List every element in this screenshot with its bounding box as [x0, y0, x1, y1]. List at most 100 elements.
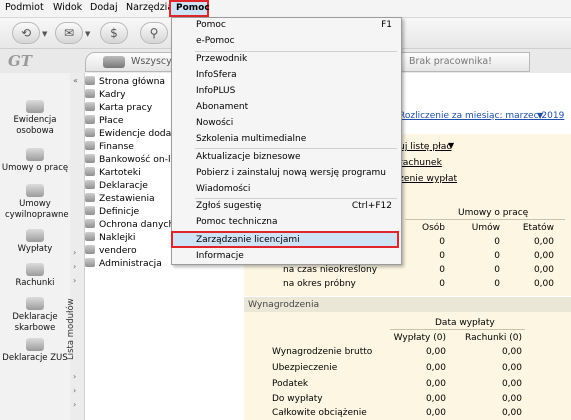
workers-tab[interactable]: Wszyscy	[85, 52, 177, 72]
table-cell: 0,00	[425, 408, 446, 418]
lb-deklaracje-skarbowe[interactable]: Deklaracje skarbowe	[0, 297, 70, 334]
module-item[interactable]: Ewidencje dodatkowe	[85, 128, 173, 141]
col-wyplaty: Wypłaty (0)	[393, 333, 446, 343]
module-item[interactable]: Płace	[85, 115, 124, 128]
chevron-down-icon[interactable]: ▼	[448, 141, 454, 150]
people-icon	[85, 89, 95, 98]
module-item[interactable]: vendero	[85, 245, 137, 258]
module-item[interactable]: Zestawienia	[85, 193, 155, 206]
module-label: Definicje	[99, 206, 140, 217]
row-label: na czas nieokreślony	[283, 265, 378, 275]
module-label: Administracja	[99, 258, 162, 269]
menu-item-pobierz[interactable]: Pobierz i zainstaluj nową wersję program…	[196, 168, 386, 178]
link-wyplaty[interactable]: zenie wypłat	[399, 173, 457, 184]
menu-item-aktualizacje[interactable]: Aktualizacje biznesowe	[196, 152, 300, 162]
link-rachunek[interactable]: rachunek	[399, 157, 442, 168]
menu-item-zarzadzanie-licencjami[interactable]: Zarządzanie licencjami	[196, 235, 300, 245]
table-cell: 0,00	[533, 265, 554, 275]
module-item[interactable]: Definicje	[85, 206, 139, 219]
chevron-right-icon[interactable]: ›	[73, 372, 76, 381]
chevron-down-icon[interactable]: ▼	[537, 111, 543, 120]
lb-label: Deklaracje ZUS	[2, 353, 68, 363]
table-cell: 0	[494, 237, 500, 247]
link-lista-plac[interactable]: uj listę płac	[399, 141, 452, 152]
chevron-down-icon[interactable]: ▼	[85, 30, 90, 38]
menu-item-e-pomoc[interactable]: e-Pomoc	[196, 36, 235, 46]
menu-item-abonament[interactable]: Abonament	[196, 102, 248, 112]
person-file-icon	[26, 100, 44, 113]
lb-label: Wypłaty	[17, 244, 53, 254]
table-cell: 0,00	[533, 279, 554, 289]
money-icon[interactable]: $	[100, 22, 128, 44]
home-icon	[85, 76, 95, 85]
vendero-icon	[85, 245, 95, 254]
lb-umowy-cywilnoprawne[interactable]: Umowy cywilnoprawne	[0, 184, 70, 221]
col-rachunki: Rachunki (0)	[465, 333, 522, 343]
lb-wyplaty[interactable]: Wypłaty	[0, 229, 70, 255]
admin-icon	[85, 258, 95, 267]
col-osob: Osób	[422, 223, 445, 233]
module-item[interactable]: Naklejki	[85, 232, 135, 245]
chevron-left-icon[interactable]: «	[73, 76, 78, 85]
menu-bar: Podmiot Widok Dodaj Narzędzia Pomoc	[0, 0, 571, 18]
menu-podmiot[interactable]: Podmiot	[5, 2, 44, 13]
chevron-down-icon[interactable]: ▼	[42, 30, 47, 38]
contract-icon	[26, 148, 44, 161]
row-label: Podatek	[272, 379, 309, 389]
row-label: Do wypłaty	[272, 394, 323, 404]
menu-item-infosfera[interactable]: InfoSfera	[196, 70, 237, 80]
menu-dodaj[interactable]: Dodaj	[90, 2, 118, 13]
employee-selector[interactable]: Brak pracownika!	[400, 52, 530, 72]
menu-item-pomoc-techniczna[interactable]: Pomoc techniczna	[196, 217, 278, 227]
module-list-toggle[interactable]	[70, 73, 85, 420]
module-label: Zestawienia	[99, 193, 155, 204]
menu-item-wiadomosci[interactable]: Wiadomości	[196, 184, 250, 194]
menu-item-pomoc[interactable]: Pomoc	[196, 20, 226, 30]
menu-item-przewodnik[interactable]: Przewodnik	[196, 54, 247, 64]
menu-item-zglos-sugestie[interactable]: Zgłoś sugestię	[196, 201, 261, 211]
mail-icon[interactable]: ✉	[55, 22, 83, 44]
menu-pomoc[interactable]: Pomoc	[169, 0, 210, 17]
module-item[interactable]: Kadry	[85, 89, 126, 102]
employee-selector-text: Brak pracownika!	[409, 56, 492, 67]
module-item[interactable]: Strona główna	[85, 76, 165, 89]
card-index-icon	[85, 167, 95, 176]
lb-deklaracje-zus[interactable]: Deklaracje ZUS	[0, 338, 70, 364]
chevron-right-icon[interactable]: ›	[73, 400, 76, 409]
lb-label: Ewidencja osobowa	[13, 115, 57, 136]
menu-narzedzia[interactable]: Narzędzia	[126, 2, 173, 13]
lb-ewidencja-osobowa[interactable]: Ewidencja osobowa	[0, 100, 70, 137]
table-cell: 0,00	[425, 379, 446, 389]
menu-widok[interactable]: Widok	[53, 2, 82, 13]
module-item[interactable]: Ochrona danych	[85, 219, 173, 232]
menu-item-szkolenia[interactable]: Szkolenia multimedialne	[196, 134, 306, 144]
coins-icon	[85, 141, 95, 150]
money-icon	[85, 115, 95, 124]
menu-item-infoplus[interactable]: InfoPLUS	[196, 86, 235, 96]
module-item[interactable]: Deklaracje	[85, 180, 148, 193]
module-label: Ewidencje dodatkowe	[99, 128, 173, 139]
table-cell: 0,00	[533, 251, 554, 261]
module-label: Kadry	[99, 89, 126, 100]
chevron-right-icon[interactable]: ›	[73, 262, 76, 271]
app-logo: GT	[8, 52, 32, 70]
module-item[interactable]: Finanse	[85, 141, 134, 154]
lb-umowy-o-prace[interactable]: Umowy o pracę	[0, 148, 70, 174]
module-item[interactable]: Kartoteki	[85, 167, 141, 180]
module-item[interactable]: Karta pracy	[85, 102, 152, 115]
back-icon[interactable]: ⟲	[12, 22, 40, 44]
chevron-right-icon[interactable]: ›	[73, 276, 76, 285]
module-item[interactable]: Bankowość on-line	[85, 154, 173, 167]
lb-rachunki[interactable]: Rachunki	[0, 263, 70, 289]
menu-item-nowosci[interactable]: Nowości	[196, 118, 233, 128]
chevron-right-icon[interactable]: ›	[73, 386, 76, 395]
settings-icon	[85, 206, 95, 215]
module-label: Karta pracy	[99, 102, 153, 113]
table-cell: 0,00	[501, 347, 522, 357]
menu-item-informacje[interactable]: Informacje	[196, 251, 244, 261]
chevron-right-icon[interactable]: ›	[73, 248, 76, 257]
salaries-title: Wynagrodzenia	[248, 299, 320, 310]
search-icon[interactable]: ⚲	[140, 22, 168, 44]
row-label: Całkowite obciążenie	[272, 408, 367, 418]
module-item[interactable]: Administracja	[85, 258, 162, 271]
